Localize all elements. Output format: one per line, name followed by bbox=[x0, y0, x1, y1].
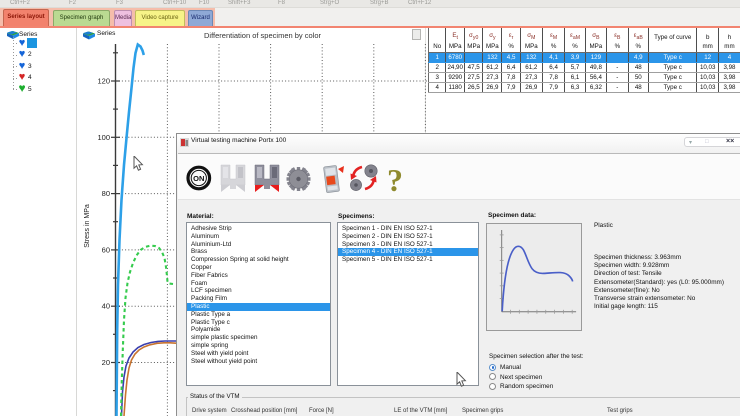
svg-text:40: 40 bbox=[102, 302, 110, 311]
svg-text:100: 100 bbox=[97, 133, 110, 142]
svg-text:Stress in MPa: Stress in MPa bbox=[84, 204, 91, 248]
svg-text:20: 20 bbox=[102, 358, 110, 367]
svg-text:80: 80 bbox=[102, 189, 110, 198]
svg-text:ON: ON bbox=[193, 174, 204, 183]
svg-text:60: 60 bbox=[102, 245, 110, 254]
svg-text:120: 120 bbox=[97, 77, 110, 86]
svg-text:?: ? bbox=[387, 163, 403, 195]
